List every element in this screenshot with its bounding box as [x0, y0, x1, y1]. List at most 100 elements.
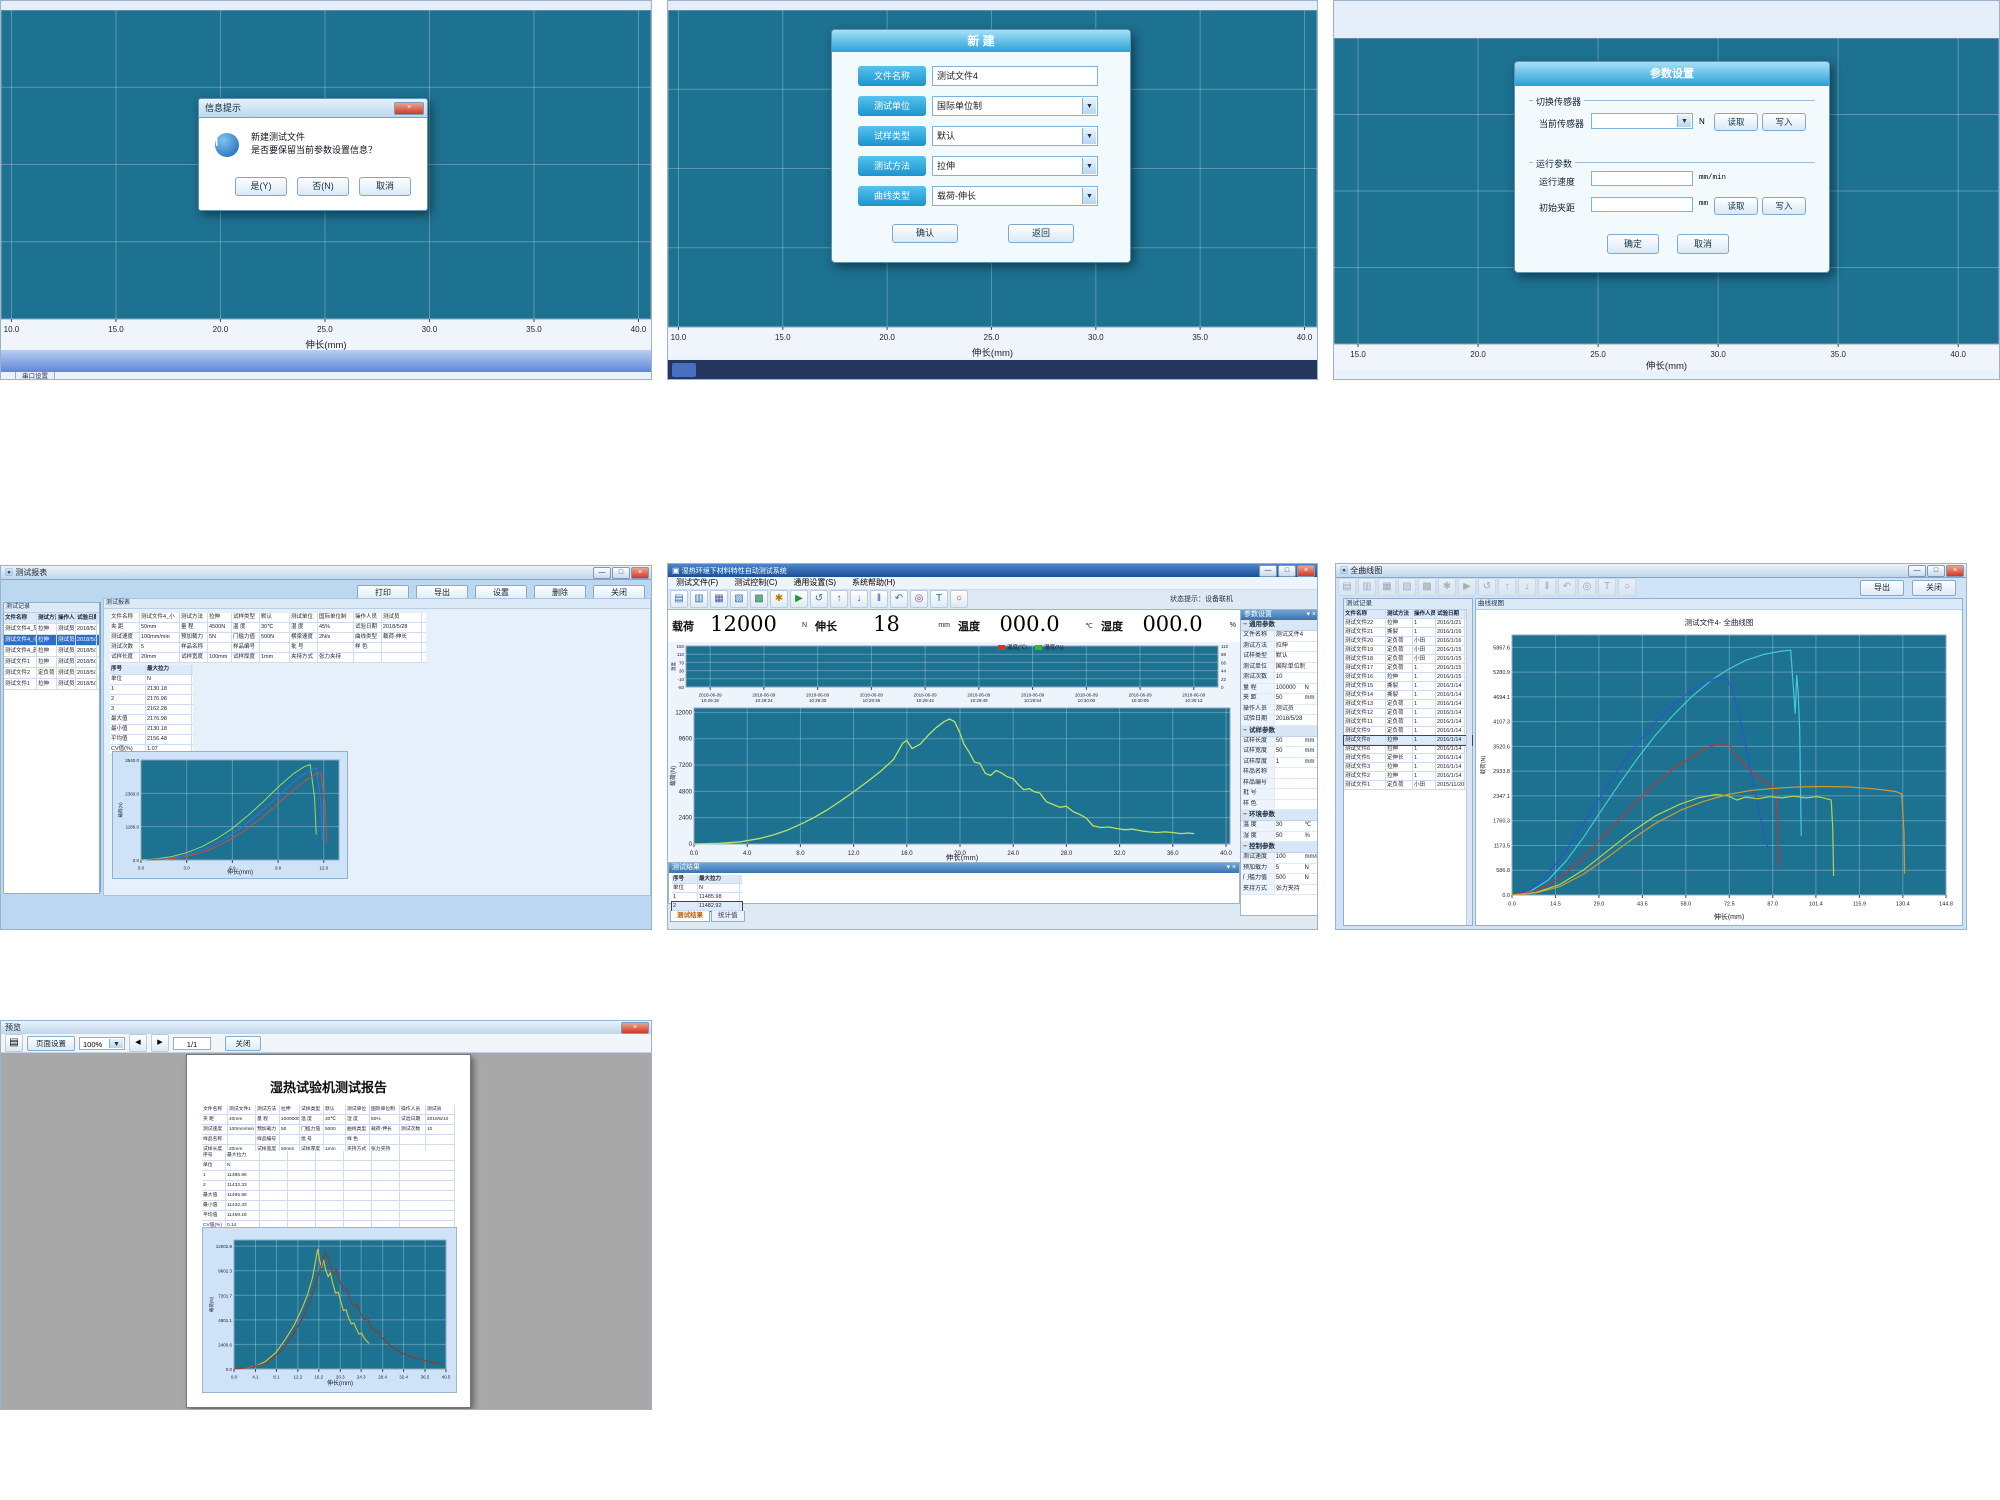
prop-row[interactable]: 样品编号: [1241, 779, 1318, 790]
table-row[interactable]: 试样长度20mm试样宽度100mm试样厚度1mm夹持方式张力夹持: [110, 653, 426, 663]
table-row[interactable]: 22176.98: [110, 695, 193, 705]
table-row[interactable]: 111485.98: [202, 1171, 455, 1181]
table-row[interactable]: 12130.18: [110, 685, 193, 695]
write-sensor-button[interactable]: 写入: [1762, 113, 1806, 131]
table-row[interactable]: 32162.28: [110, 705, 193, 715]
table-row[interactable]: 测试文件4_颜色拉伸测试员2018/5/28: [4, 646, 99, 657]
table-row[interactable]: 测试文件18定负荷小田2016/1/15: [1344, 655, 1472, 664]
table-row[interactable]: 测试速度100mm/min预加载力5N门槛力值500N横梁速度2N/s曲线类型载…: [110, 633, 426, 643]
prop-row[interactable]: 湿 度50%: [1241, 832, 1318, 843]
chevron-down-icon[interactable]: ▼: [1082, 158, 1096, 174]
table-row[interactable]: 最小值2130.18: [110, 725, 193, 735]
chevron-down-icon[interactable]: ▼: [1677, 115, 1691, 127]
table-row[interactable]: 测试文件16拉伸12016/1/15: [1344, 673, 1472, 682]
table-row[interactable]: 最大值2176.98: [110, 715, 193, 725]
table-row[interactable]: 最小值11432.33: [202, 1201, 455, 1211]
close-preview-button[interactable]: 关闭: [225, 1036, 261, 1051]
table-row[interactable]: 测试文件1拉伸测试员2018/5/28: [4, 657, 99, 668]
maximize-icon[interactable]: □: [612, 567, 630, 579]
table-row[interactable]: 测试文件2拉伸12016/1/14: [1344, 772, 1472, 781]
table-row[interactable]: 平均值11459.16: [202, 1211, 455, 1221]
prop-section[interactable]: −通用参数: [1241, 620, 1318, 631]
prop-row[interactable]: 温 度30℃: [1241, 821, 1318, 832]
prop-row[interactable]: 样品名称: [1241, 768, 1318, 779]
close-icon[interactable]: ×: [631, 567, 649, 579]
table-row[interactable]: 测试文件21撕裂12016/1/16: [1344, 628, 1472, 637]
table-row[interactable]: 测试文件17定负荷12016/1/15: [1344, 664, 1472, 673]
serial-port-tab[interactable]: 串口设置: [15, 372, 55, 380]
pause-icon[interactable]: ‖: [870, 590, 888, 608]
run-speed-input[interactable]: [1591, 171, 1693, 186]
page-setup-button[interactable]: 页面设置: [27, 1036, 75, 1051]
open-file-icon[interactable]: ▥: [690, 590, 708, 608]
save-icon[interactable]: ▦: [710, 590, 728, 608]
prop-row[interactable]: 测试次数10: [1241, 673, 1318, 684]
chevron-down-icon[interactable]: ▼: [1082, 98, 1096, 114]
export-button[interactable]: 导出: [1860, 580, 1904, 596]
settings-icon[interactable]: ✱: [770, 590, 788, 608]
table-row[interactable]: 单位N: [110, 675, 193, 685]
menu-item-0[interactable]: 测试文件(F): [668, 577, 726, 589]
chevron-down-icon[interactable]: ▼: [109, 1039, 123, 1048]
zero-icon[interactable]: ◎: [910, 590, 928, 608]
table-row[interactable]: 测试文件19定负荷小田2016/1/15: [1344, 646, 1472, 655]
return-icon[interactable]: ↶: [890, 590, 908, 608]
table-row[interactable]: 测试文件1拉伸测试员2018/5/28: [4, 679, 99, 690]
dropdown-4[interactable]: 载荷-伸长▼: [932, 186, 1098, 206]
dropdown-2[interactable]: 默认▼: [932, 126, 1098, 146]
prop-row[interactable]: 批 号: [1241, 789, 1318, 800]
tab-1[interactable]: 统计值: [711, 911, 745, 922]
table-row[interactable]: 测试文件2定负荷测试员2018/5/27: [4, 668, 99, 679]
table-row[interactable]: 211432.33: [202, 1181, 455, 1191]
prop-row[interactable]: 测试单位国际单位制: [1241, 663, 1318, 674]
chevron-down-icon[interactable]: ▼: [1082, 128, 1096, 144]
menu-item-3[interactable]: 系统帮助(H): [844, 577, 903, 589]
yes-button[interactable]: 是(Y): [235, 177, 287, 196]
close-icon[interactable]: ×: [1946, 565, 1964, 577]
page-input[interactable]: 1/1: [173, 1037, 211, 1050]
prop-section[interactable]: −试样参数: [1241, 726, 1318, 737]
close-icon[interactable]: ×: [394, 102, 424, 115]
prop-row[interactable]: 操作人员测试员: [1241, 705, 1318, 716]
next-page-icon[interactable]: ▶: [151, 1034, 169, 1052]
write-gap-button[interactable]: 写入: [1762, 197, 1806, 215]
minimize-icon[interactable]: —: [1908, 565, 1926, 577]
cancel-button[interactable]: 取消: [359, 177, 411, 196]
confirm-button[interactable]: 确认: [892, 224, 958, 243]
initial-gap-input[interactable]: [1591, 197, 1693, 212]
table-row[interactable]: 文件名称测试方法操作人员试验日期: [1344, 610, 1472, 619]
table-row[interactable]: 样品名称样品编号批 号样 色: [202, 1135, 455, 1145]
table-row[interactable]: 测试文件15撕裂12016/1/14: [1344, 682, 1472, 691]
collapse-icon[interactable]: −: [1241, 842, 1249, 852]
prop-section[interactable]: −环境参数: [1241, 810, 1318, 821]
prop-row[interactable]: 测试速度100mm/min: [1241, 853, 1318, 864]
table-row[interactable]: 平均值2156.48: [110, 735, 193, 745]
crosshead-up-icon[interactable]: ↑: [830, 590, 848, 608]
taskbar-item[interactable]: [672, 363, 696, 377]
table-row[interactable]: 测试文件20定负荷小田2016/1/16: [1344, 637, 1472, 646]
table-row[interactable]: 文件名称测试文件1测试方法拉伸试样类型默认测试单位国际单位制操作人员测试员: [202, 1105, 455, 1115]
new-file-icon[interactable]: ▤: [670, 590, 688, 608]
prop-row[interactable]: 门槛力值500N: [1241, 874, 1318, 885]
ok-button[interactable]: 确定: [1607, 234, 1659, 254]
table-row[interactable]: 测试次数5样品名称样品编号批 号样 色: [110, 643, 426, 653]
curve-icon[interactable]: Т: [930, 590, 948, 608]
table-row[interactable]: 测试文件22拉伸12016/1/21: [1344, 619, 1472, 628]
crosshead-down-icon[interactable]: ↓: [850, 590, 868, 608]
zoom-select[interactable]: 100%▼: [79, 1037, 125, 1050]
table-row[interactable]: 夹 距40mm量 程1000000温 度30℃湿 度50%试验日期2018/6/…: [202, 1115, 455, 1125]
prop-row[interactable]: 试样长度50mm: [1241, 737, 1318, 748]
menu-item-1[interactable]: 测试控制(C): [726, 577, 785, 589]
table-row[interactable]: 测试文件5定伸长12016/1/14: [1344, 754, 1472, 763]
prop-row[interactable]: 量 程100000N: [1241, 684, 1318, 695]
print-icon[interactable]: ▤: [5, 1034, 23, 1052]
table-row[interactable]: 测试文件6拉伸12016/1/14: [1344, 745, 1472, 754]
table-row[interactable]: 最大值11485.98: [202, 1191, 455, 1201]
reset-icon[interactable]: ↺: [810, 590, 828, 608]
table-row[interactable]: 测试文件3拉伸12016/1/14: [1344, 763, 1472, 772]
collapse-icon[interactable]: −: [1241, 810, 1249, 820]
prop-row[interactable]: 试样厚度1mm: [1241, 758, 1318, 769]
prop-section[interactable]: −控制参数: [1241, 842, 1318, 853]
prop-row[interactable]: 样 色: [1241, 800, 1318, 811]
table-row[interactable]: 测试文件14撕裂12016/1/14: [1344, 691, 1472, 700]
